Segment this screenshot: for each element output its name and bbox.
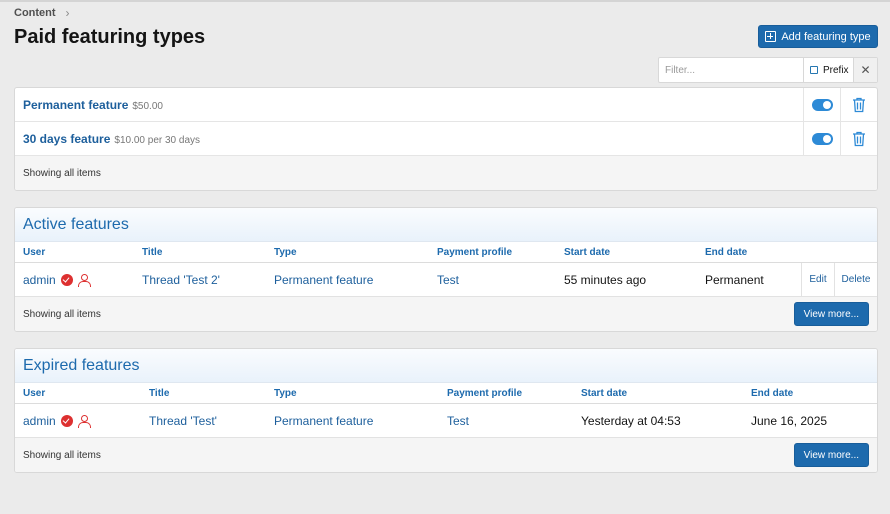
breadcrumb-item-content[interactable]: Content <box>14 7 56 19</box>
start-date: 55 minutes ago <box>564 272 647 287</box>
table-footer: Showing all items View more... <box>15 297 877 331</box>
prefix-label: Prefix <box>823 64 849 76</box>
list-footer: Showing all items <box>15 156 877 190</box>
column-type: Type <box>274 246 297 258</box>
user-icon <box>77 273 91 287</box>
user-link[interactable]: admin <box>23 273 56 287</box>
add-featuring-type-button[interactable]: Add featuring type <box>758 25 878 48</box>
view-more-button[interactable]: View more... <box>793 302 869 326</box>
column-start-date: Start date <box>581 387 628 399</box>
top-border <box>0 0 890 2</box>
edit-button[interactable]: Edit <box>801 263 834 296</box>
type-link[interactable]: Permanent feature <box>274 273 373 287</box>
showing-all-items: Showing all items <box>23 308 101 320</box>
end-date: June 16, 2025 <box>751 413 828 428</box>
table-row: admin Thread 'Test' Permanent feature Te… <box>15 404 877 438</box>
delete-button[interactable]: Delete <box>834 263 877 296</box>
type-link[interactable]: Permanent feature <box>274 414 373 428</box>
column-title: Title <box>149 387 170 399</box>
table-row: admin Thread 'Test 2' Permanent feature … <box>15 263 877 297</box>
end-date: Permanent <box>705 272 764 287</box>
column-end-date: End date <box>751 387 794 399</box>
payment-profile-link[interactable]: Test <box>437 273 459 287</box>
showing-all-items: Showing all items <box>23 167 101 179</box>
prefix-checkbox[interactable]: Prefix <box>803 58 853 82</box>
checkbox-icon[interactable] <box>810 66 818 74</box>
user-cell: admin <box>23 414 91 428</box>
verified-badge-icon <box>60 273 73 286</box>
column-type: Type <box>274 387 297 399</box>
trash-icon[interactable] <box>852 97 866 113</box>
expired-features-block: Expired features User Title Type Payment… <box>14 348 878 473</box>
list-item: 30 days feature $10.00 per 30 days <box>15 122 877 156</box>
column-end-date: End date <box>705 246 748 258</box>
plus-square-icon <box>765 31 777 42</box>
user-icon <box>77 414 91 428</box>
column-title: Title <box>142 246 163 258</box>
page-title: Paid featuring types <box>14 26 206 48</box>
verified-badge-icon <box>60 414 73 427</box>
table-header: User Title Type Payment profile Start da… <box>15 383 877 404</box>
start-date: Yesterday at 04:53 <box>581 413 681 428</box>
title-link[interactable]: Thread 'Test' <box>149 414 217 428</box>
title-link[interactable]: Thread 'Test 2' <box>142 273 220 287</box>
active-features-block: Active features User Title Type Payment … <box>14 207 878 332</box>
filter-input[interactable] <box>659 58 803 82</box>
column-payment-profile: Payment profile <box>437 246 513 258</box>
column-user: User <box>23 246 46 258</box>
trash-icon[interactable] <box>852 131 866 147</box>
featuring-type-name[interactable]: 30 days feature <box>23 132 110 146</box>
section-title: Expired features <box>15 349 877 383</box>
view-more-button[interactable]: View more... <box>793 443 869 467</box>
breadcrumb[interactable]: Content › <box>14 6 70 20</box>
featuring-type-name[interactable]: Permanent feature <box>23 98 128 112</box>
chevron-right-icon: › <box>65 6 70 20</box>
add-featuring-type-label: Add featuring type <box>781 30 871 43</box>
list-item: Permanent feature $50.00 <box>15 88 877 122</box>
clear-filter-button[interactable]: ✕ <box>853 58 877 82</box>
showing-all-items: Showing all items <box>23 449 101 461</box>
featuring-type-price: $50.00 <box>132 100 163 112</box>
section-title: Active features <box>15 208 877 242</box>
featuring-type-price: $10.00 per 30 days <box>114 134 201 146</box>
featuring-types-list: Permanent feature $50.00 30 days feature… <box>14 87 878 191</box>
column-start-date: Start date <box>564 246 611 258</box>
enabled-toggle[interactable] <box>811 132 833 145</box>
column-user: User <box>23 387 46 399</box>
table-header: User Title Type Payment profile Start da… <box>15 242 877 263</box>
enabled-toggle[interactable] <box>811 98 833 111</box>
filter-bar: Prefix ✕ <box>658 57 878 83</box>
table-footer: Showing all items View more... <box>15 438 877 472</box>
close-icon: ✕ <box>860 63 871 77</box>
column-payment-profile: Payment profile <box>447 387 523 399</box>
user-cell: admin <box>23 273 91 287</box>
payment-profile-link[interactable]: Test <box>447 414 469 428</box>
user-link[interactable]: admin <box>23 414 56 428</box>
